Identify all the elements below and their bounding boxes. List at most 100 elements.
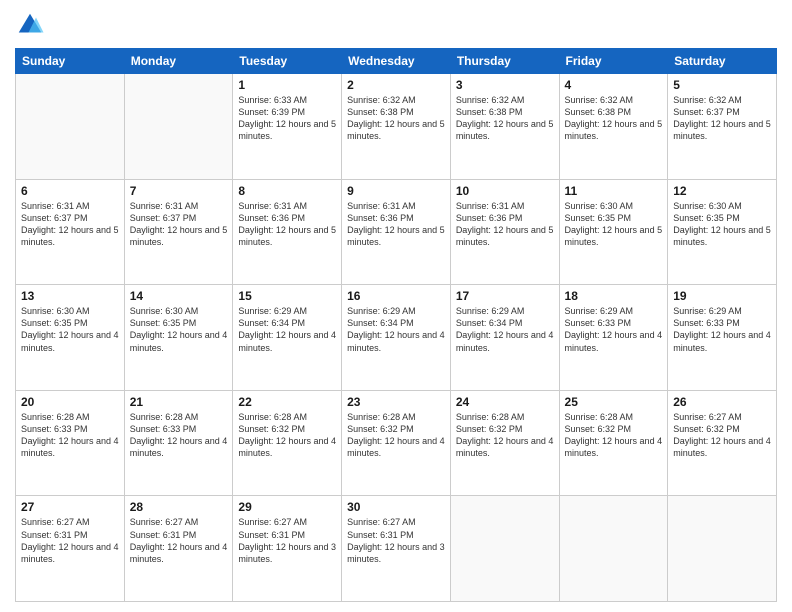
day-info: Sunrise: 6:31 AM Sunset: 6:36 PM Dayligh…: [238, 200, 336, 249]
calendar-cell: 23 Sunrise: 6:28 AM Sunset: 6:32 PM Dayli…: [342, 390, 451, 496]
day-number: 3: [456, 78, 554, 92]
day-number: 4: [565, 78, 663, 92]
calendar-cell: 24 Sunrise: 6:28 AM Sunset: 6:32 PM Dayli…: [450, 390, 559, 496]
day-info: Sunrise: 6:31 AM Sunset: 6:37 PM Dayligh…: [21, 200, 119, 249]
day-info: Sunrise: 6:32 AM Sunset: 6:37 PM Dayligh…: [673, 94, 771, 143]
day-number: 11: [565, 184, 663, 198]
calendar-cell: 10Sunrise: 6:31 AM Sunset: 6:36 PM Dayli…: [450, 179, 559, 285]
calendar-cell: 26 Sunrise: 6:27 AM Sunset: 6:32 PM Dayli…: [668, 390, 777, 496]
calendar-cell: 18 Sunrise: 6:29 AM Sunset: 6:33 PM Dayli…: [559, 285, 668, 391]
day-number: 9: [347, 184, 445, 198]
day-info: Sunrise: 6:31 AM Sunset: 6:37 PM Dayligh…: [130, 200, 228, 249]
calendar-cell: 27 Sunrise: 6:27 AM Sunset: 6:31 PM Dayli…: [16, 496, 125, 602]
day-info: Sunrise: 6:30 AM Sunset: 6:35 PM Dayligh…: [673, 200, 771, 249]
calendar-cell: 22 Sunrise: 6:28 AM Sunset: 6:32 PM Dayli…: [233, 390, 342, 496]
day-number: 19: [673, 289, 771, 303]
calendar-cell: 14 Sunrise: 6:30 AM Sunset: 6:35 PM Dayli…: [124, 285, 233, 391]
day-info: Sunrise: 6:30 AM Sunset: 6:35 PM Dayligh…: [130, 305, 228, 354]
day-number: 15: [238, 289, 336, 303]
calendar-week-5: 27 Sunrise: 6:27 AM Sunset: 6:31 PM Dayli…: [16, 496, 777, 602]
calendar-cell: [559, 496, 668, 602]
day-info: Sunrise: 6:29 AM Sunset: 6:33 PM Dayligh…: [565, 305, 663, 354]
calendar-cell: 7 Sunrise: 6:31 AM Sunset: 6:37 PM Daylig…: [124, 179, 233, 285]
day-number: 14: [130, 289, 228, 303]
day-number: 22: [238, 395, 336, 409]
calendar-cell: [124, 74, 233, 180]
calendar-cell: 15 Sunrise: 6:29 AM Sunset: 6:34 PM Dayli…: [233, 285, 342, 391]
day-number: 27: [21, 500, 119, 514]
day-info: Sunrise: 6:30 AM Sunset: 6:35 PM Dayligh…: [565, 200, 663, 249]
day-number: 13: [21, 289, 119, 303]
day-number: 5: [673, 78, 771, 92]
day-info: Sunrise: 6:28 AM Sunset: 6:32 PM Dayligh…: [347, 411, 445, 460]
calendar-cell: 20 Sunrise: 6:28 AM Sunset: 6:33 PM Dayli…: [16, 390, 125, 496]
day-info: Sunrise: 6:27 AM Sunset: 6:31 PM Dayligh…: [347, 516, 445, 565]
weekday-header-sunday: Sunday: [16, 49, 125, 74]
calendar-cell: 21 Sunrise: 6:28 AM Sunset: 6:33 PM Dayli…: [124, 390, 233, 496]
day-number: 1: [238, 78, 336, 92]
calendar-cell: [450, 496, 559, 602]
day-number: 7: [130, 184, 228, 198]
day-info: Sunrise: 6:32 AM Sunset: 6:38 PM Dayligh…: [456, 94, 554, 143]
day-info: Sunrise: 6:30 AM Sunset: 6:35 PM Dayligh…: [21, 305, 119, 354]
weekday-header-tuesday: Tuesday: [233, 49, 342, 74]
day-info: Sunrise: 6:31 AM Sunset: 6:36 PM Dayligh…: [347, 200, 445, 249]
calendar-cell: 13 Sunrise: 6:30 AM Sunset: 6:35 PM Dayli…: [16, 285, 125, 391]
day-info: Sunrise: 6:32 AM Sunset: 6:38 PM Dayligh…: [347, 94, 445, 143]
calendar-week-1: 1 Sunrise: 6:33 AM Sunset: 6:39 PM Daylig…: [16, 74, 777, 180]
day-info: Sunrise: 6:33 AM Sunset: 6:39 PM Dayligh…: [238, 94, 336, 143]
day-number: 21: [130, 395, 228, 409]
day-number: 24: [456, 395, 554, 409]
day-info: Sunrise: 6:29 AM Sunset: 6:34 PM Dayligh…: [347, 305, 445, 354]
calendar-cell: 6 Sunrise: 6:31 AM Sunset: 6:37 PM Daylig…: [16, 179, 125, 285]
day-info: Sunrise: 6:32 AM Sunset: 6:38 PM Dayligh…: [565, 94, 663, 143]
weekday-header-thursday: Thursday: [450, 49, 559, 74]
calendar-week-4: 20 Sunrise: 6:28 AM Sunset: 6:33 PM Dayli…: [16, 390, 777, 496]
calendar-cell: 16 Sunrise: 6:29 AM Sunset: 6:34 PM Dayli…: [342, 285, 451, 391]
calendar-cell: 5 Sunrise: 6:32 AM Sunset: 6:37 PM Daylig…: [668, 74, 777, 180]
day-number: 12: [673, 184, 771, 198]
day-info: Sunrise: 6:27 AM Sunset: 6:32 PM Dayligh…: [673, 411, 771, 460]
day-info: Sunrise: 6:28 AM Sunset: 6:32 PM Dayligh…: [565, 411, 663, 460]
calendar-cell: 1 Sunrise: 6:33 AM Sunset: 6:39 PM Daylig…: [233, 74, 342, 180]
weekday-header-monday: Monday: [124, 49, 233, 74]
calendar-cell: [668, 496, 777, 602]
day-info: Sunrise: 6:27 AM Sunset: 6:31 PM Dayligh…: [21, 516, 119, 565]
day-number: 20: [21, 395, 119, 409]
calendar-cell: 2 Sunrise: 6:32 AM Sunset: 6:38 PM Daylig…: [342, 74, 451, 180]
day-info: Sunrise: 6:29 AM Sunset: 6:34 PM Dayligh…: [238, 305, 336, 354]
day-info: Sunrise: 6:28 AM Sunset: 6:33 PM Dayligh…: [21, 411, 119, 460]
calendar-cell: 29Sunrise: 6:27 AM Sunset: 6:31 PM Dayli…: [233, 496, 342, 602]
day-number: 8: [238, 184, 336, 198]
day-number: 26: [673, 395, 771, 409]
page: SundayMondayTuesdayWednesdayThursdayFrid…: [0, 0, 792, 612]
calendar-cell: 3 Sunrise: 6:32 AM Sunset: 6:38 PM Daylig…: [450, 74, 559, 180]
calendar-week-2: 6 Sunrise: 6:31 AM Sunset: 6:37 PM Daylig…: [16, 179, 777, 285]
day-number: 23: [347, 395, 445, 409]
calendar-week-3: 13 Sunrise: 6:30 AM Sunset: 6:35 PM Dayli…: [16, 285, 777, 391]
day-number: 10: [456, 184, 554, 198]
weekday-header-saturday: Saturday: [668, 49, 777, 74]
logo-icon: [15, 10, 45, 40]
day-info: Sunrise: 6:28 AM Sunset: 6:32 PM Dayligh…: [456, 411, 554, 460]
day-number: 30: [347, 500, 445, 514]
calendar-cell: 25Sunrise: 6:28 AM Sunset: 6:32 PM Dayli…: [559, 390, 668, 496]
day-info: Sunrise: 6:28 AM Sunset: 6:33 PM Dayligh…: [130, 411, 228, 460]
calendar-cell: 19Sunrise: 6:29 AM Sunset: 6:33 PM Dayli…: [668, 285, 777, 391]
logo: [15, 10, 49, 40]
calendar-table: SundayMondayTuesdayWednesdayThursdayFrid…: [15, 48, 777, 602]
weekday-header-friday: Friday: [559, 49, 668, 74]
day-number: 2: [347, 78, 445, 92]
day-number: 6: [21, 184, 119, 198]
calendar-cell: 11 Sunrise: 6:30 AM Sunset: 6:35 PM Dayli…: [559, 179, 668, 285]
day-number: 18: [565, 289, 663, 303]
calendar-cell: 28Sunrise: 6:27 AM Sunset: 6:31 PM Dayli…: [124, 496, 233, 602]
day-info: Sunrise: 6:29 AM Sunset: 6:34 PM Dayligh…: [456, 305, 554, 354]
calendar-cell: 4 Sunrise: 6:32 AM Sunset: 6:38 PM Daylig…: [559, 74, 668, 180]
calendar-cell: 12 Sunrise: 6:30 AM Sunset: 6:35 PM Dayli…: [668, 179, 777, 285]
header: [15, 10, 777, 40]
day-number: 28: [130, 500, 228, 514]
day-number: 16: [347, 289, 445, 303]
day-info: Sunrise: 6:28 AM Sunset: 6:32 PM Dayligh…: [238, 411, 336, 460]
calendar-header-row: SundayMondayTuesdayWednesdayThursdayFrid…: [16, 49, 777, 74]
